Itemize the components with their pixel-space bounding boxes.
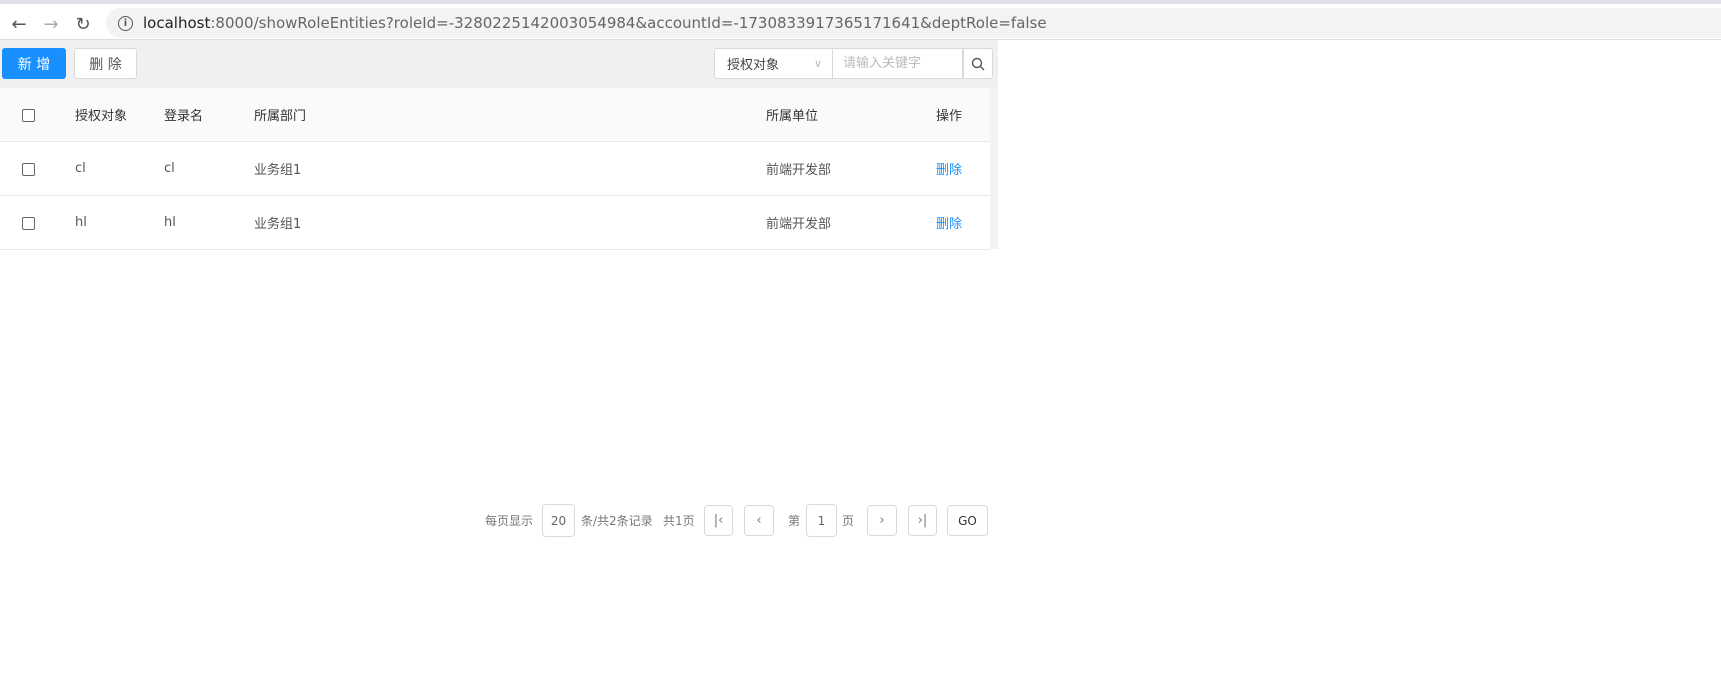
reload-icon[interactable]: ↻ <box>72 13 94 35</box>
next-page-button[interactable]: › <box>867 505 897 536</box>
search-button[interactable] <box>963 48 993 79</box>
total-records: 条/共2条记录 <box>581 514 653 528</box>
url-host: localhost <box>143 14 211 32</box>
url-text: localhost:8000/showRoleEntities?roleId=-… <box>143 14 1047 32</box>
table-row: hl hl 业务组1 前端开发部 删除 <box>0 196 990 250</box>
cell-subject: hl <box>75 215 87 230</box>
filter-select[interactable]: 授权对象 ∨ <box>714 48 833 79</box>
go-button[interactable]: GO <box>947 505 988 536</box>
total-pages: 共1页 <box>663 514 695 528</box>
cell-unit: 前端开发部 <box>766 163 832 178</box>
first-page-button[interactable]: |‹ <box>704 505 733 536</box>
table-row: cl cl 业务组1 前端开发部 删除 <box>0 142 990 196</box>
header-login: 登录名 <box>164 109 204 124</box>
cell-dept: 业务组1 <box>254 217 302 232</box>
address-bar[interactable]: i localhost:8000/showRoleEntities?roleId… <box>106 8 1721 38</box>
toolbar: 新 增 删 除 授权对象 ∨ <box>0 40 998 88</box>
info-icon[interactable]: i <box>118 15 133 31</box>
header-subject: 授权对象 <box>75 109 128 124</box>
chevron-left-icon: ‹ <box>756 513 762 528</box>
select-all-checkbox[interactable] <box>22 108 35 122</box>
page-input[interactable] <box>806 504 837 537</box>
prev-page-button[interactable]: ‹ <box>744 505 774 536</box>
search-icon <box>971 57 985 70</box>
per-page-label: 每页显示 <box>485 514 534 528</box>
per-page-input[interactable] <box>542 504 575 537</box>
cell-login: cl <box>164 161 175 176</box>
row-delete-link[interactable]: 删除 <box>936 196 962 249</box>
cell-subject: cl <box>75 161 86 176</box>
search-input[interactable] <box>833 48 963 79</box>
header-action: 操作 <box>936 109 963 124</box>
cell-dept: 业务组1 <box>254 163 302 178</box>
table-header: 授权对象 登录名 所属部门 所属单位 操作 <box>0 88 990 142</box>
header-dept: 所属部门 <box>254 109 307 124</box>
last-page-button[interactable]: ›| <box>908 505 937 536</box>
cell-login: hl <box>164 215 176 230</box>
chevron-right-icon: › <box>879 513 885 528</box>
first-page-icon: |‹ <box>713 513 724 528</box>
delete-button[interactable]: 删 除 <box>74 48 137 79</box>
row-delete-link[interactable]: 删除 <box>936 142 962 195</box>
header-unit: 所属单位 <box>766 109 819 124</box>
add-button[interactable]: 新 增 <box>2 48 66 79</box>
row-checkbox[interactable] <box>22 162 35 176</box>
forward-icon[interactable]: → <box>40 13 62 35</box>
pagination: 每页显示 条/共2条记录 共1页 |‹ ‹ 第 页 › ›| GO <box>0 504 1721 537</box>
last-page-icon: ›| <box>917 513 928 528</box>
cell-unit: 前端开发部 <box>766 217 832 232</box>
back-icon[interactable]: ← <box>8 13 30 35</box>
table-scrollbar[interactable] <box>990 88 998 249</box>
data-table: 授权对象 登录名 所属部门 所属单位 操作 cl cl 业务组1 前端开发部 删… <box>0 88 990 250</box>
page-suffix: 页 <box>842 514 855 528</box>
row-checkbox[interactable] <box>22 216 35 230</box>
filter-select-value: 授权对象 <box>727 58 780 73</box>
browser-toolbar: ← → ↻ i localhost:8000/showRoleEntities?… <box>0 4 1721 40</box>
url-path: :8000/showRoleEntities?roleId=-328022514… <box>210 14 1047 32</box>
page-prefix: 第 <box>788 514 801 528</box>
chevron-down-icon: ∨ <box>813 57 822 70</box>
